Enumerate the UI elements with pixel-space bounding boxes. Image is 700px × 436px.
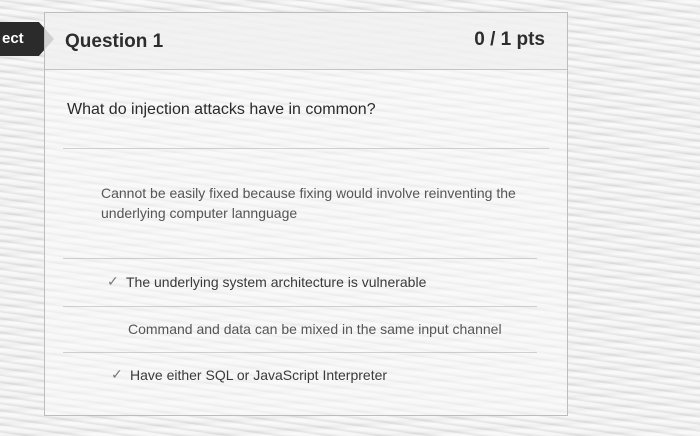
checkmark-icon: ✓ <box>111 366 123 382</box>
question-panel: Question 1 0 / 1 pts What do injection a… <box>44 12 568 416</box>
question-title: Question 1 <box>65 31 164 52</box>
divider <box>63 306 537 307</box>
checkmark-icon: ✓ <box>107 273 119 289</box>
divider <box>63 258 537 259</box>
answer-option-4: Have either SQL or JavaScript Interprete… <box>130 367 388 383</box>
question-header: Question 1 0 / 1 pts <box>45 13 567 70</box>
answer-option-2: The underlying system architecture is vu… <box>126 274 427 290</box>
answer-option-1: Cannot be easily fixed because fixing wo… <box>101 185 516 221</box>
answer-option-3: Command and data can be mixed in the sam… <box>128 321 502 337</box>
divider <box>63 352 537 353</box>
score-tab-label: ect <box>2 30 24 47</box>
question-points: 0 / 1 pts <box>474 29 545 50</box>
question-prompt: What do injection attacks have in common… <box>67 101 376 118</box>
divider <box>63 148 549 149</box>
